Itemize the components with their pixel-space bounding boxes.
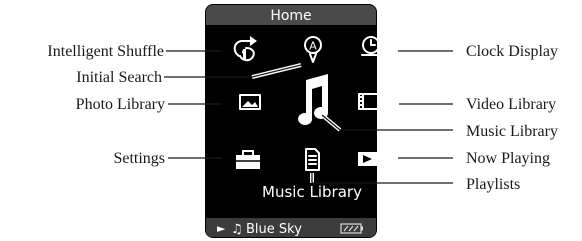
label-photo-library: Photo Library xyxy=(76,96,165,113)
selected-item-caption: Music Library xyxy=(262,183,362,201)
label-video-library: Video Library xyxy=(466,96,556,113)
header-bar: Home xyxy=(206,5,376,25)
label-clock-display: Clock Display xyxy=(466,43,558,60)
label-intelligent-shuffle: Intelligent Shuffle xyxy=(47,43,164,60)
music-note-small-icon: ♫ xyxy=(231,222,243,237)
now-playing-bar: ► ♫ Blue Sky xyxy=(206,218,376,237)
label-now-playing: Now Playing xyxy=(466,150,550,167)
svg-text:A: A xyxy=(309,40,317,53)
now-playing-track-title: Blue Sky xyxy=(246,222,302,237)
play-arrow-icon: ► xyxy=(217,222,226,235)
label-playlists: Playlists xyxy=(466,176,520,193)
header-title: Home xyxy=(270,8,311,24)
home-menu-diagram: Home ► ♫ Blue Sky Music Library A Intell… xyxy=(47,4,558,238)
label-music-library: Music Library xyxy=(466,123,558,140)
label-settings: Settings xyxy=(113,150,165,167)
device-screen: Home ► ♫ Blue Sky Music Library A xyxy=(205,4,384,238)
screen-background xyxy=(205,4,377,238)
label-initial-search: Initial Search xyxy=(76,69,162,86)
